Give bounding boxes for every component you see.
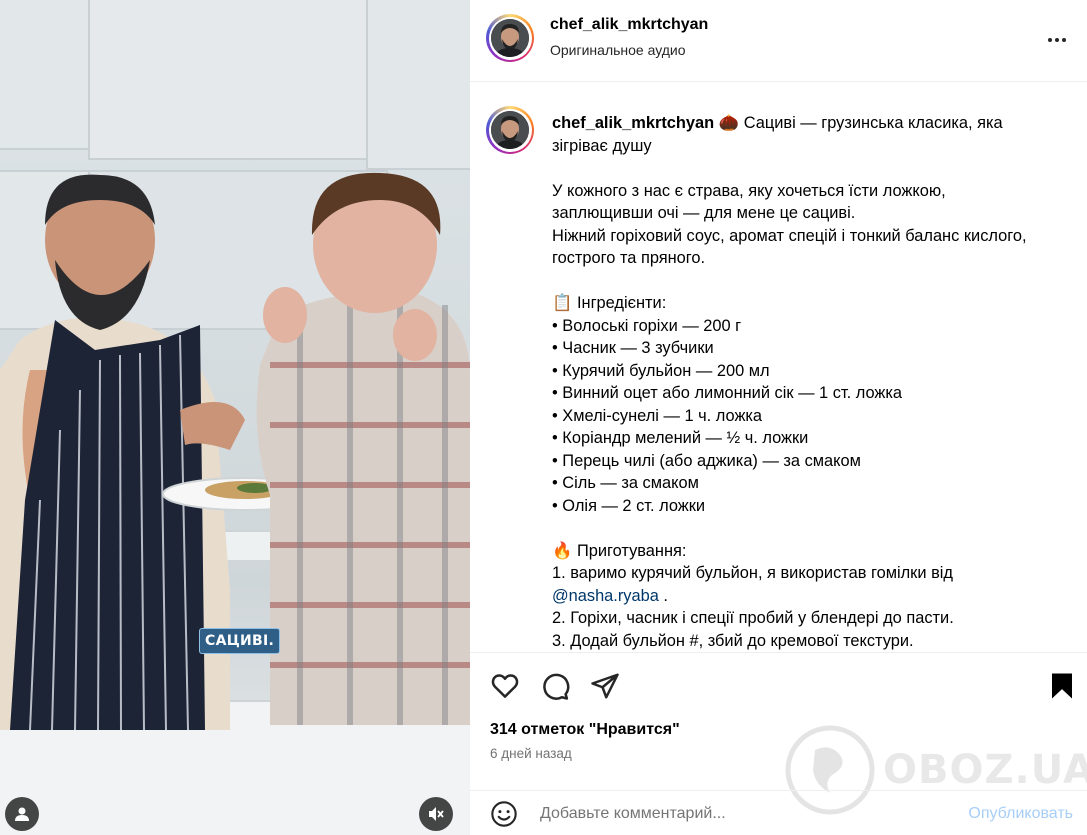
likes-count[interactable]: 314 отметок "Нравится" <box>490 721 680 739</box>
wall-tile <box>88 0 368 160</box>
publish-button[interactable]: Опубликовать <box>968 805 1073 823</box>
ingredient-item: • Часник — 3 зубчики <box>552 339 714 357</box>
caption-avatar[interactable] <box>486 106 534 154</box>
caption-line: Ніжний горіховий соус, аромат спецій і т… <box>552 226 1027 245</box>
comment-input[interactable] <box>540 801 930 827</box>
ingredient-item: • Винний оцет або лимонний сік — 1 ст. л… <box>552 384 903 402</box>
reel-video[interactable]: САЦИВІ. <box>0 0 470 835</box>
post-caption: chef_alik_mkrtchyan 🌰 Сациві — грузинськ… <box>470 82 1087 652</box>
ingredient-item: • Волоські горіхи — 200 г <box>552 316 742 335</box>
comment-bar: Опубликовать <box>470 790 1087 835</box>
emoji-icon[interactable] <box>490 800 518 828</box>
chestnut-emoji-icon: 🌰 <box>718 114 740 132</box>
ingredient-item: • Коріандр мелений — ½ ч. ложки <box>552 429 809 447</box>
ingredient-item: • Курячий бульйон — 200 мл <box>552 361 770 380</box>
caption-text: chef_alik_mkrtchyan 🌰 Сациві — грузинськ… <box>552 112 1067 652</box>
comment-icon[interactable] <box>540 671 570 701</box>
step-item: 2. Горіхи, часник і спеції пробий у блен… <box>552 609 954 627</box>
wall-tile <box>366 0 470 170</box>
post-actions <box>470 652 1087 720</box>
ingredient-item: • Сіль — за смаком <box>552 474 699 492</box>
avatar-image <box>491 19 529 57</box>
user-tags-button[interactable] <box>5 797 39 831</box>
caption-line: У кожного з нас є страва, яку хочеться ї… <box>552 181 946 200</box>
watermark-text: OBOZ.UA <box>883 747 1087 793</box>
mute-button[interactable] <box>419 797 453 831</box>
steps-heading: 🔥 Приготування: <box>552 541 687 560</box>
caption-username[interactable]: chef_alik_mkrtchyan <box>552 114 714 132</box>
caption-line: гострого та пряного. <box>552 249 706 267</box>
ingredient-item: • Хмелі-сунелі — 1 ч. ложка <box>552 406 763 425</box>
step-item: 3. Додай бульйон #, збий до кремової тек… <box>552 631 914 650</box>
avatar-image <box>491 111 529 149</box>
post-panel: chef_alik_mkrtchyan Оригинальное аудио c… <box>470 0 1087 835</box>
more-icon[interactable] <box>1045 28 1069 52</box>
bookmark-icon[interactable] <box>1047 671 1077 701</box>
wall-tile <box>0 0 90 150</box>
caption-line: зігріває душу <box>552 136 652 155</box>
mention-link[interactable]: @nasha.ryaba <box>552 587 659 605</box>
ingredient-item: • Перець чилі (або аджика) — за смаком <box>552 451 861 470</box>
caption-line: заплющивши очі — для мене це сациві. <box>552 204 856 222</box>
video-subtitle: САЦИВІ. <box>199 628 281 654</box>
heart-icon[interactable] <box>490 671 520 701</box>
user-icon <box>15 807 29 821</box>
step-item: 1. варимо курячий бульйон, я використав … <box>552 564 953 582</box>
ingredient-item: • Олія — 2 ст. ложки <box>552 496 706 515</box>
caption-line-text: . <box>658 586 668 605</box>
ingredients-heading: 📋 Інгредієнти: <box>552 294 667 312</box>
caption-line-text: Сациві — грузинська класика, яка <box>743 114 1003 132</box>
caption-line: chef_alik_mkrtchyan 🌰 Сациві — грузинськ… <box>552 112 1067 135</box>
audio-label[interactable]: Оригинальное аудио <box>550 42 686 58</box>
volume-muted-icon <box>429 807 444 821</box>
avatar[interactable] <box>486 14 534 62</box>
share-icon[interactable] <box>590 671 620 701</box>
post-date[interactable]: 6 дней назад <box>490 746 572 761</box>
caption-line: @nasha.ryaba . <box>552 585 1067 608</box>
post-header: chef_alik_mkrtchyan Оригинальное аудио <box>470 0 1087 82</box>
author-username[interactable]: chef_alik_mkrtchyan <box>550 16 708 34</box>
